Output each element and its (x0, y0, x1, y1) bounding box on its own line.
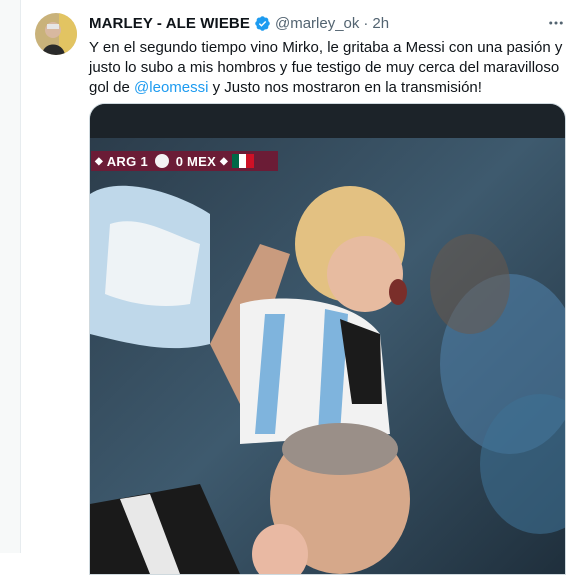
timestamp[interactable]: 2h (372, 15, 389, 32)
tweet-media-image[interactable] (89, 103, 566, 575)
away-score: 0 (175, 153, 183, 169)
ball-icon (154, 154, 169, 168)
verified-badge-icon (254, 15, 271, 32)
left-pane (0, 0, 20, 553)
tweet-text-end: y Justo nos mostraron en la transmisión! (208, 79, 482, 96)
separator-dot: · (363, 14, 369, 32)
scoreboard-overlay: ◆ ARG 1 0 MEX ◆ (91, 151, 278, 171)
mexico-flag-icon (231, 154, 254, 168)
tweet-header: MARLEY - ALE WIEBE @marley_ok · 2h (89, 12, 579, 34)
away-team: MEX (186, 153, 217, 169)
mention-link[interactable]: @leomessi (134, 79, 208, 96)
diamond-icon: ◆ (220, 155, 228, 167)
diamond-icon: ◆ (95, 155, 103, 167)
user-handle[interactable]: @marley_ok (275, 15, 359, 32)
avatar[interactable] (35, 13, 77, 55)
home-team: ARG (106, 153, 137, 169)
home-score: 1 (140, 153, 148, 169)
display-name[interactable]: MARLEY - ALE WIEBE (89, 15, 250, 32)
timeline-divider (20, 0, 21, 553)
tweet-text: Y en el segundo tiempo vino Mirko, le gr… (89, 38, 571, 98)
more-options-icon[interactable] (545, 12, 567, 34)
